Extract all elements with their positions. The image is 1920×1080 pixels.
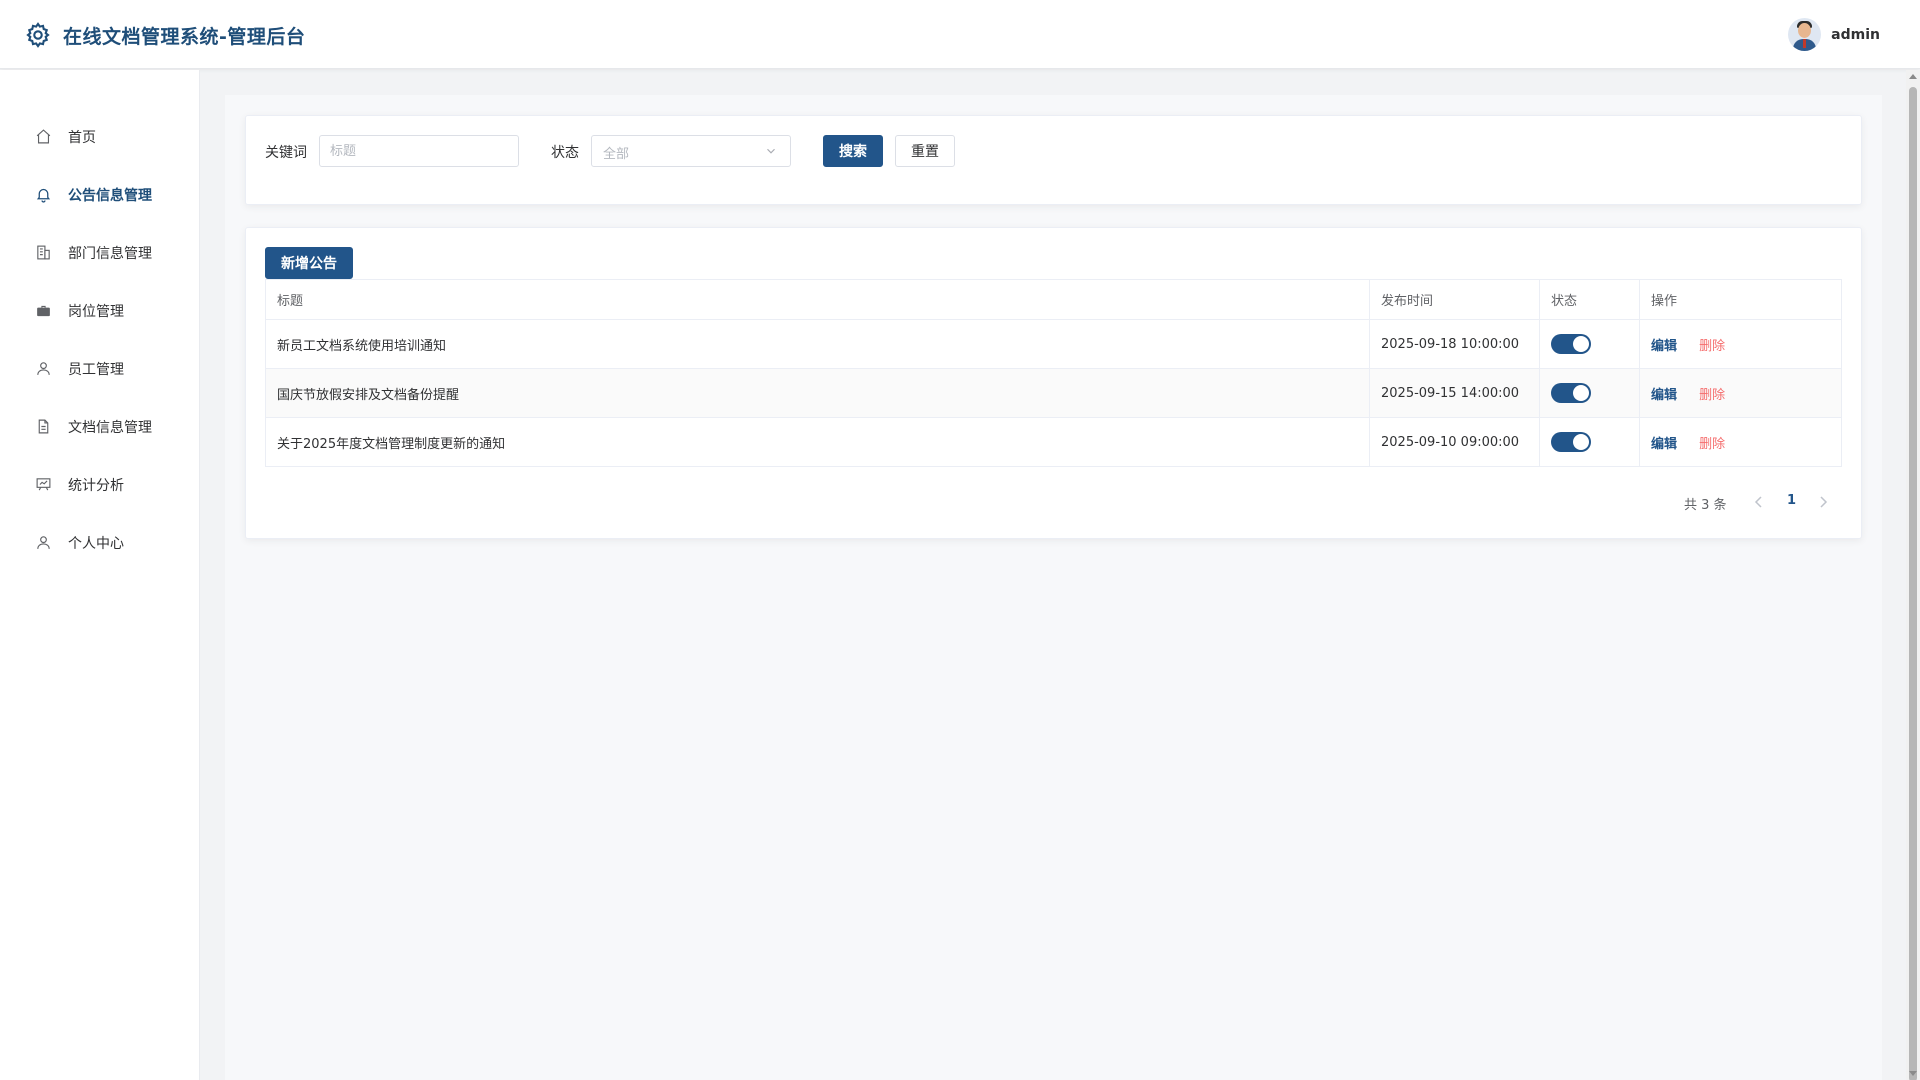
delete-link[interactable]: 删除: [1699, 437, 1725, 452]
row-time: 2025-09-10 09:00:00: [1369, 417, 1540, 467]
building-icon: [37, 245, 50, 260]
add-announcement-button[interactable]: 新增公告: [265, 247, 353, 279]
keyword-label: 关键词: [265, 145, 307, 161]
row-title: 国庆节放假安排及文档备份提醒: [265, 368, 1370, 418]
status-toggle[interactable]: [1551, 383, 1591, 403]
table-header-row: 标题 发布时间 状态 操作: [265, 279, 1842, 320]
chevron-right-icon[interactable]: [1818, 495, 1828, 509]
reset-button[interactable]: 重置: [895, 135, 955, 167]
home-icon: [36, 129, 51, 144]
sidebar-item-employees[interactable]: 员工管理: [0, 348, 200, 388]
announcement-table: 标题 发布时间 状态 操作 新员工文档系统使用培训通知 2025-09-18 1…: [265, 279, 1842, 467]
top-header: 在线文档管理系统-管理后台 admin: [0, 0, 1920, 69]
scroll-up-arrow[interactable]: [1909, 74, 1917, 79]
sidebar-item-label: 个人中心: [68, 536, 124, 552]
sidebar-item-home[interactable]: 首页: [0, 116, 200, 156]
table-row: 国庆节放假安排及文档备份提醒 2025-09-15 14:00:00 编辑 删除: [265, 368, 1842, 418]
sidebar-item-label: 员工管理: [68, 362, 124, 378]
column-header-time: 发布时间: [1369, 279, 1540, 320]
sidebar-item-departments[interactable]: 部门信息管理: [0, 232, 200, 272]
status-toggle[interactable]: [1551, 334, 1591, 354]
app-title: 在线文档管理系统-管理后台: [63, 26, 306, 48]
row-title: 新员工文档系统使用培训通知: [265, 319, 1370, 369]
edit-link[interactable]: 编辑: [1651, 388, 1677, 403]
sidebar-item-label: 岗位管理: [68, 304, 124, 320]
page-scrollbar[interactable]: [1906, 70, 1920, 1080]
row-time: 2025-09-18 10:00:00: [1369, 319, 1540, 369]
delete-link[interactable]: 删除: [1699, 388, 1725, 403]
user-menu[interactable]: admin: [1788, 18, 1880, 51]
edit-link[interactable]: 编辑: [1651, 437, 1677, 452]
sidebar: 首页 公告信息管理 部门信息管理 岗位管理 员工管理 文档信息管理 统计分析 个…: [0, 70, 200, 1080]
document-icon: [38, 419, 49, 434]
status-select-value: 全部: [603, 147, 630, 162]
avatar[interactable]: [1788, 18, 1822, 51]
table-row: 关于2025年度文档管理制度更新的通知 2025-09-10 09:00:00 …: [265, 417, 1842, 467]
briefcase-icon: [37, 305, 50, 317]
gear-icon[interactable]: [24, 21, 52, 49]
column-header-title: 标题: [265, 279, 1370, 320]
row-title: 关于2025年度文档管理制度更新的通知: [265, 417, 1370, 467]
status-toggle[interactable]: [1551, 432, 1591, 452]
pagination-total: 共 3 条: [1684, 498, 1727, 513]
search-button[interactable]: 搜索: [823, 135, 883, 167]
column-header-status: 状态: [1539, 279, 1640, 320]
user-icon: [37, 536, 50, 549]
table-row: 新员工文档系统使用培训通知 2025-09-18 10:00:00 编辑 删除: [265, 319, 1842, 369]
sidebar-item-label: 公告信息管理: [68, 188, 152, 204]
scroll-down-arrow[interactable]: [1909, 1071, 1917, 1076]
sidebar-item-statistics[interactable]: 统计分析: [0, 464, 200, 504]
sidebar-item-label: 首页: [68, 130, 96, 146]
bell-icon: [36, 188, 51, 203]
status-label: 状态: [551, 145, 579, 161]
keyword-input[interactable]: [319, 135, 519, 167]
sidebar-item-label: 文档信息管理: [68, 420, 152, 436]
chevron-down-icon: [767, 148, 775, 154]
delete-link[interactable]: 删除: [1699, 339, 1725, 354]
sidebar-item-label: 部门信息管理: [68, 246, 152, 262]
edit-link[interactable]: 编辑: [1651, 339, 1677, 354]
scrollbar-thumb[interactable]: [1909, 87, 1917, 1080]
user-icon: [37, 362, 50, 375]
sidebar-item-announcements[interactable]: 公告信息管理: [0, 174, 200, 214]
sidebar-item-label: 统计分析: [68, 478, 124, 494]
row-time: 2025-09-15 14:00:00: [1369, 368, 1540, 418]
sidebar-item-positions[interactable]: 岗位管理: [0, 290, 200, 330]
status-select[interactable]: 全部: [591, 135, 791, 167]
sidebar-item-documents[interactable]: 文档信息管理: [0, 406, 200, 446]
chart-icon: [36, 478, 51, 491]
sidebar-item-profile[interactable]: 个人中心: [0, 522, 200, 562]
username[interactable]: admin: [1831, 27, 1880, 43]
pagination-page[interactable]: 1: [1787, 493, 1796, 508]
chevron-left-icon[interactable]: [1754, 495, 1764, 509]
column-header-actions: 操作: [1639, 279, 1842, 320]
